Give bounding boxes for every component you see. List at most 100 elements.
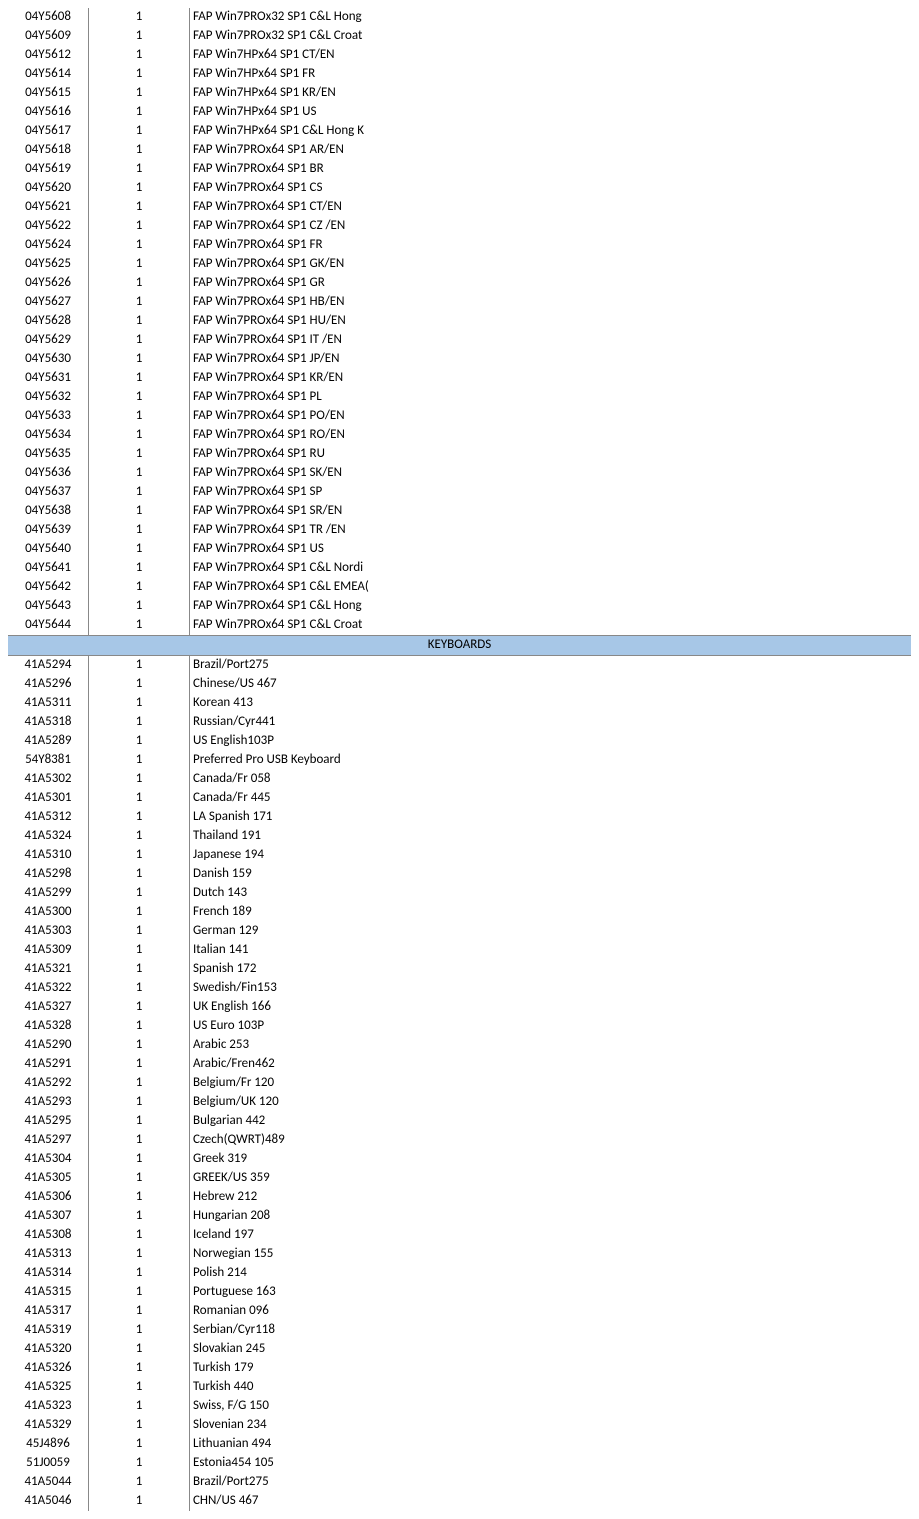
part-code: 41A5313: [8, 1245, 89, 1264]
description: FAP Win7HPx64 SP1 US: [190, 103, 912, 122]
description: FAP Win7HPx64 SP1 C&L Hong K: [190, 122, 912, 141]
description: LA Spanish 171: [190, 808, 912, 827]
quantity: 1: [89, 1264, 190, 1283]
quantity: 1: [89, 903, 190, 922]
table-row: 41A53101Japanese 194: [8, 846, 911, 865]
description: FAP Win7PROx64 SP1 RU: [190, 445, 912, 464]
part-code: 04Y5627: [8, 293, 89, 312]
table-row: 41A53121LA Spanish 171: [8, 808, 911, 827]
part-code: 41A5323: [8, 1397, 89, 1416]
part-code: 41A5298: [8, 865, 89, 884]
table-row: 04Y56351FAP Win7PROx64 SP1 RU: [8, 445, 911, 464]
table-row: 04Y56421FAP Win7PROx64 SP1 C&L EMEA(: [8, 578, 911, 597]
quantity: 1: [89, 217, 190, 236]
quantity: 1: [89, 255, 190, 274]
description: FAP Win7HPx64 SP1 CT/EN: [190, 46, 912, 65]
part-code: 41A5318: [8, 713, 89, 732]
part-code: 04Y5628: [8, 312, 89, 331]
quantity: 1: [89, 616, 190, 636]
table-row: 04Y56201FAP Win7PROx64 SP1 CS: [8, 179, 911, 198]
quantity: 1: [89, 27, 190, 46]
description: FAP Win7PROx32 SP1 C&L Hong: [190, 8, 912, 27]
section-header-label: KEYBOARDS: [8, 636, 911, 656]
quantity: 1: [89, 998, 190, 1017]
description: Turkish 179: [190, 1359, 912, 1378]
description: FAP Win7PROx64 SP1 C&L Hong: [190, 597, 912, 616]
quantity: 1: [89, 1017, 190, 1036]
description: FAP Win7PROx64 SP1 GK/EN: [190, 255, 912, 274]
part-code: 41A5328: [8, 1017, 89, 1036]
description: Dutch 143: [190, 884, 912, 903]
table-row: 04Y56241FAP Win7PROx64 SP1 FR: [8, 236, 911, 255]
description: Turkish 440: [190, 1378, 912, 1397]
quantity: 1: [89, 293, 190, 312]
quantity: 1: [89, 1207, 190, 1226]
table-row: 41A53061Hebrew 212: [8, 1188, 911, 1207]
quantity: 1: [89, 827, 190, 846]
quantity: 1: [89, 103, 190, 122]
quantity: 1: [89, 922, 190, 941]
part-code: 41A5046: [8, 1492, 89, 1511]
description: UK English 166: [190, 998, 912, 1017]
description: Canada/Fr 058: [190, 770, 912, 789]
quantity: 1: [89, 559, 190, 578]
part-code: 04Y5615: [8, 84, 89, 103]
table-row: 41A53151Portuguese 163: [8, 1283, 911, 1302]
table-row: 04Y56391FAP Win7PROx64 SP1 TR /EN: [8, 521, 911, 540]
part-code: 04Y5614: [8, 65, 89, 84]
part-code: 41A5325: [8, 1378, 89, 1397]
quantity: 1: [89, 770, 190, 789]
description: Polish 214: [190, 1264, 912, 1283]
quantity: 1: [89, 1169, 190, 1188]
table-row: 04Y56171FAP Win7HPx64 SP1 C&L Hong K: [8, 122, 911, 141]
part-code: 41A5305: [8, 1169, 89, 1188]
table-row: 41A52891US English103P: [8, 732, 911, 751]
description: Estonia454 105: [190, 1454, 912, 1473]
table-row: 04Y56361FAP Win7PROx64 SP1 SK/EN: [8, 464, 911, 483]
table-row: 04Y56381FAP Win7PROx64 SP1 SR/EN: [8, 502, 911, 521]
part-code: 04Y5608: [8, 8, 89, 27]
part-code: 04Y5638: [8, 502, 89, 521]
description: FAP Win7PROx64 SP1 GR: [190, 274, 912, 293]
quantity: 1: [89, 388, 190, 407]
part-code: 41A5302: [8, 770, 89, 789]
quantity: 1: [89, 426, 190, 445]
description: Swedish/Fin153: [190, 979, 912, 998]
quantity: 1: [89, 369, 190, 388]
description: Slovenian 234: [190, 1416, 912, 1435]
quantity: 1: [89, 540, 190, 559]
quantity: 1: [89, 179, 190, 198]
table-row: 41A53171Romanian 096: [8, 1302, 911, 1321]
description: Lithuanian 494: [190, 1435, 912, 1454]
table-row: 41A53071Hungarian 208: [8, 1207, 911, 1226]
part-code: 41A5311: [8, 694, 89, 713]
part-code: 04Y5609: [8, 27, 89, 46]
quantity: 1: [89, 1378, 190, 1397]
description: FAP Win7PROx64 SP1 C&L EMEA(: [190, 578, 912, 597]
part-code: 04Y5620: [8, 179, 89, 198]
description: FAP Win7PROx64 SP1 AR/EN: [190, 141, 912, 160]
description: Hungarian 208: [190, 1207, 912, 1226]
table-row: 41A52901Arabic 253: [8, 1036, 911, 1055]
description: Russian/Cyr441: [190, 713, 912, 732]
quantity: 1: [89, 8, 190, 27]
part-code: 04Y5637: [8, 483, 89, 502]
table-row: 41A53011Canada/Fr 445: [8, 789, 911, 808]
part-code: 04Y5616: [8, 103, 89, 122]
part-code: 04Y5644: [8, 616, 89, 636]
part-code: 04Y5642: [8, 578, 89, 597]
description: FAP Win7PROx64 SP1 CS: [190, 179, 912, 198]
table-row: 41A50461CHN/US 467: [8, 1492, 911, 1511]
description: Serbian/Cyr118: [190, 1321, 912, 1340]
description: FAP Win7PROx32 SP1 C&L Croat: [190, 27, 912, 46]
part-code: 41A5299: [8, 884, 89, 903]
table-row: 04Y56331FAP Win7PROx64 SP1 PO/EN: [8, 407, 911, 426]
part-code: 41A5320: [8, 1340, 89, 1359]
description: Czech(QWRT)489: [190, 1131, 912, 1150]
table-row: 41A53181Russian/Cyr441: [8, 713, 911, 732]
table-row: 41A52971Czech(QWRT)489: [8, 1131, 911, 1150]
table-row: 41A53221Swedish/Fin153: [8, 979, 911, 998]
part-code: 41A5296: [8, 675, 89, 694]
part-code: 41A5310: [8, 846, 89, 865]
quantity: 1: [89, 694, 190, 713]
